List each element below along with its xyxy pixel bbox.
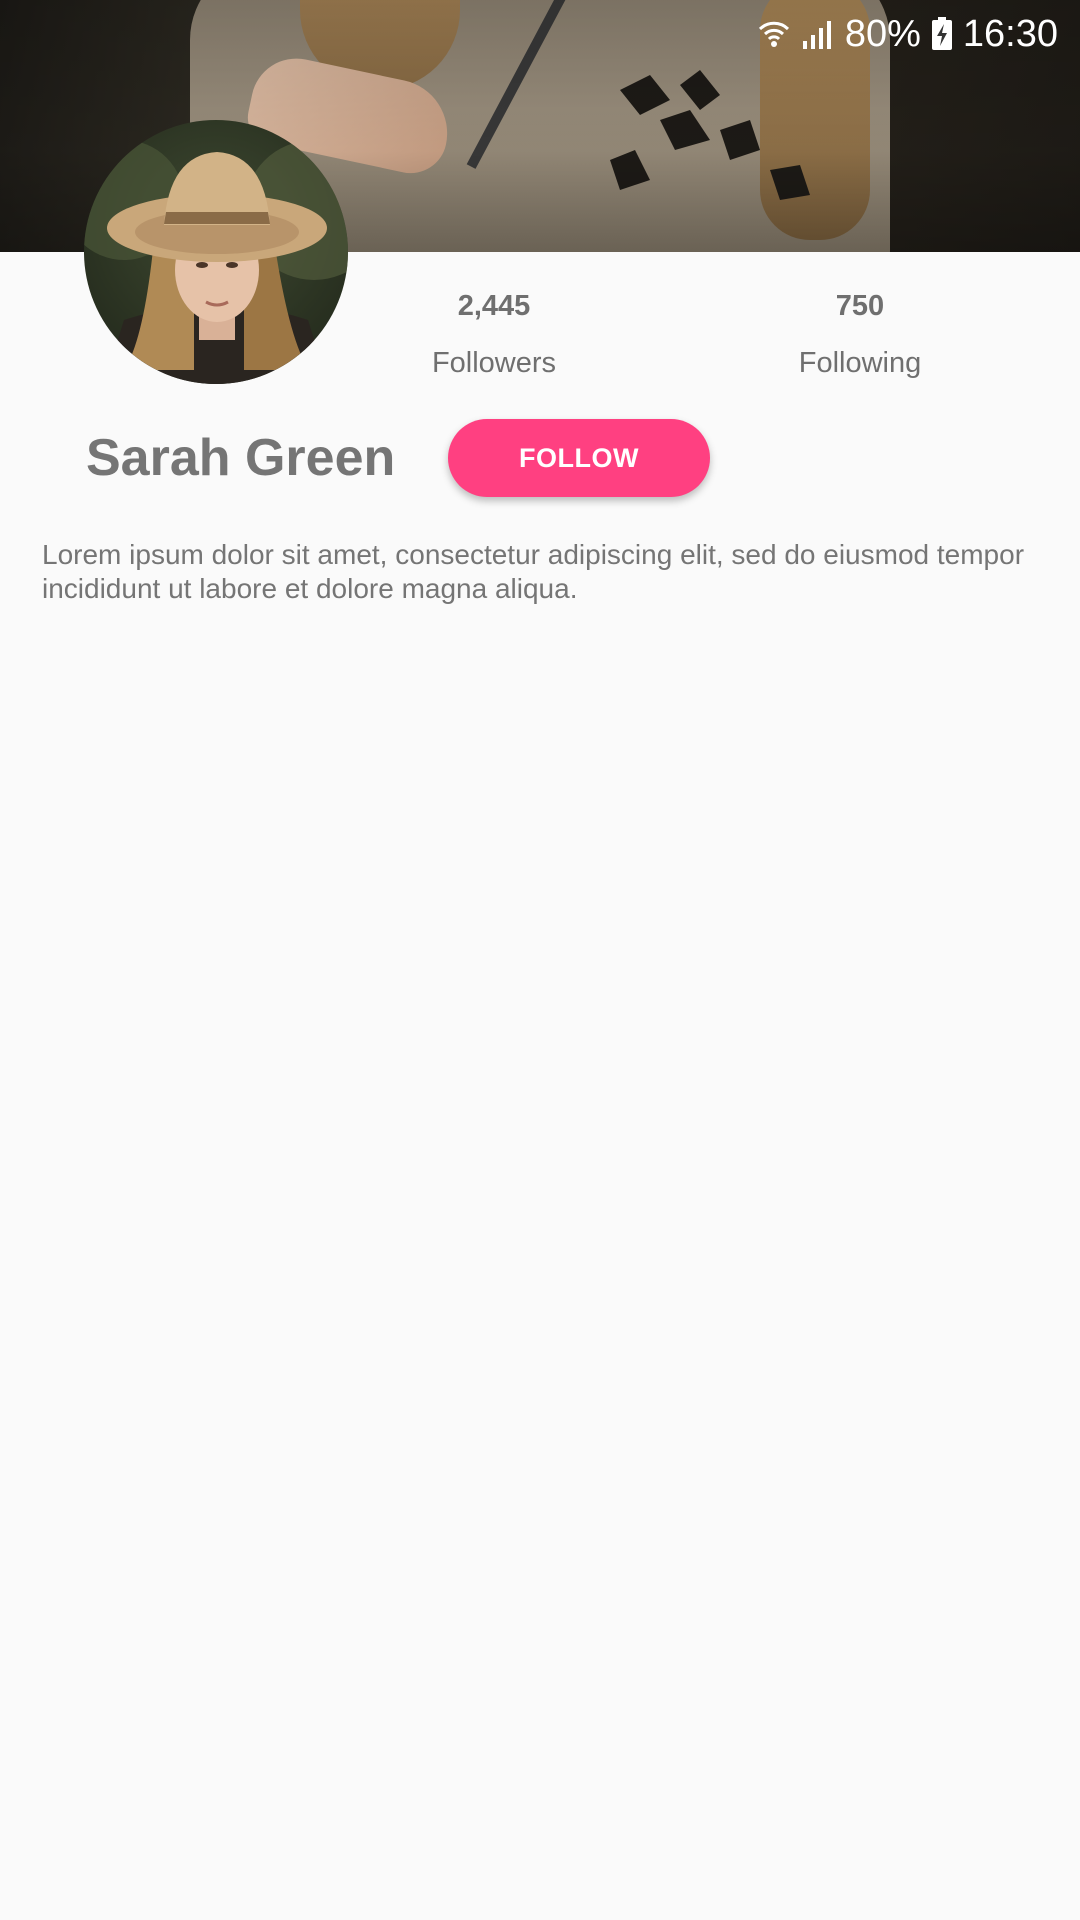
avatar[interactable] — [84, 120, 348, 384]
followers-label: Followers — [431, 347, 557, 379]
battery-percent: 80% — [844, 12, 921, 55]
following-stat[interactable]: 750 Following — [710, 292, 1010, 378]
status-bar: 80% 16:30 — [757, 10, 1058, 58]
clock: 16:30 — [962, 12, 1058, 55]
profile-bio: Lorem ipsum dolor sit amet, consectetur … — [42, 539, 1025, 604]
battery-charging-icon — [931, 17, 953, 51]
signal-icon — [801, 17, 835, 51]
avatar-photo — [84, 140, 348, 384]
followers-count: 2,445 — [457, 290, 531, 322]
followers-stat[interactable]: 2,445 Followers — [344, 292, 644, 378]
profile-name: Sarah Green — [86, 429, 396, 487]
follow-button[interactable]: FOLLOW — [448, 419, 710, 497]
wifi-icon — [757, 17, 791, 51]
following-label: Following — [798, 347, 922, 379]
following-count: 750 — [835, 290, 885, 322]
